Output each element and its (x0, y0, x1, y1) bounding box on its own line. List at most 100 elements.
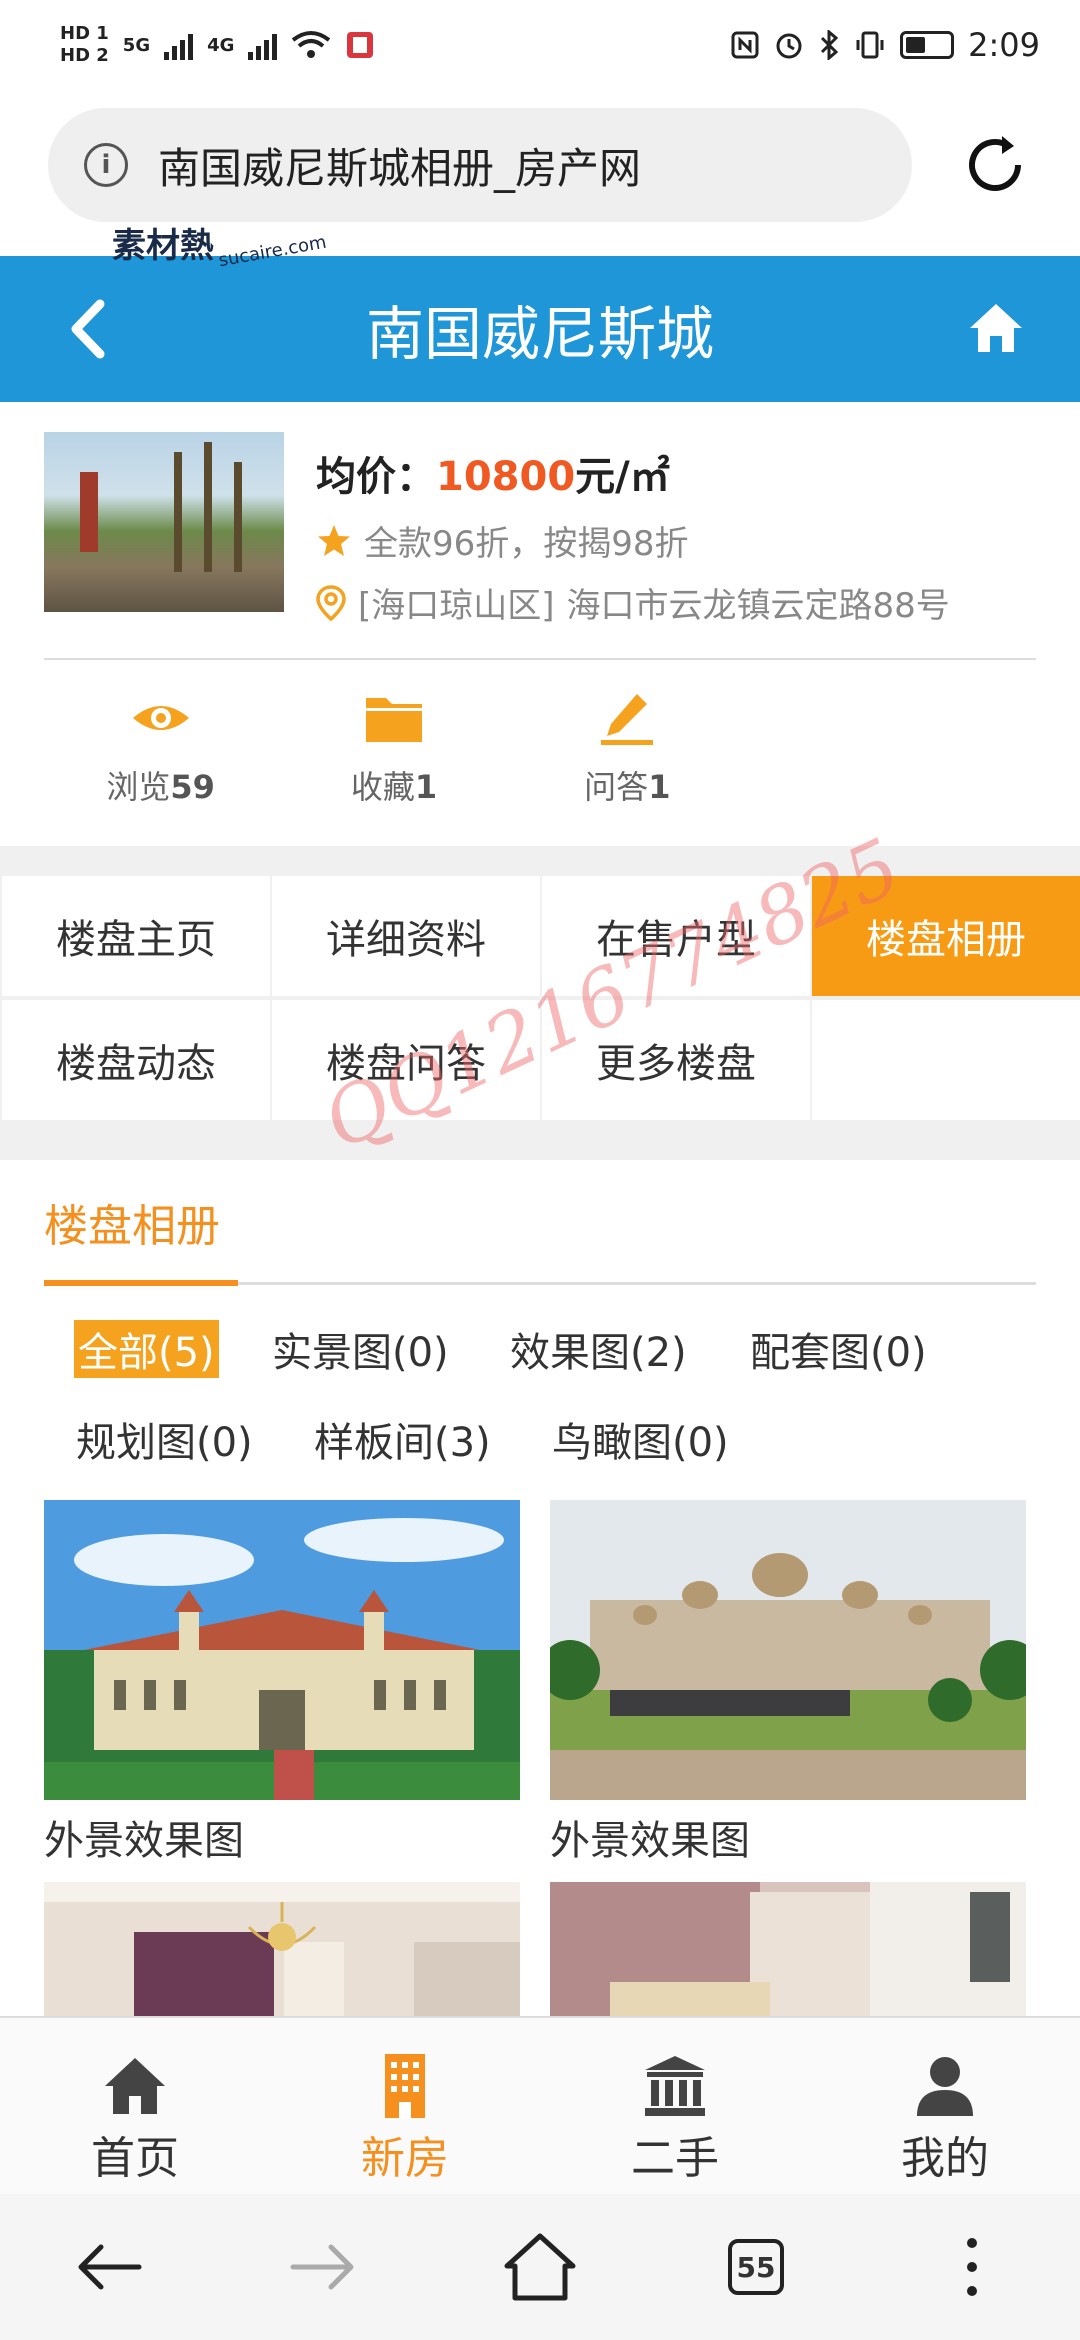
browser-nav-bar: 55 (0, 2194, 1080, 2340)
page-title-url[interactable]: 南国威尼斯城相册_房产网 (158, 135, 641, 196)
price-label: 均价： (316, 454, 436, 500)
watermark-logo-text: 素材熱 (112, 226, 214, 266)
villa-render-image (44, 1500, 520, 1800)
album-heading-indicator (44, 1280, 238, 1286)
folder-icon (365, 698, 422, 742)
district-text: [海口琼山区] (358, 586, 555, 626)
filter-plan[interactable]: 规划图(0) (76, 1410, 253, 1468)
discount-line: 全款96折，按揭98折 (316, 516, 689, 565)
net1-label: 5G (122, 34, 151, 56)
average-price: 均价：10800元/㎡ (316, 444, 670, 502)
address-bar[interactable]: i 南国威尼斯城相册_房产网 (48, 108, 912, 222)
stat-favorites[interactable]: 收藏1 (277, 690, 510, 830)
photo-caption: 外景效果图 (44, 1818, 244, 1864)
tab-new-homes[interactable]: 新房 (270, 2018, 540, 2194)
eye-icon (132, 706, 189, 730)
filter-real[interactable]: 实景图(0) (272, 1320, 449, 1378)
browser-forward-button[interactable] (284, 2227, 364, 2307)
tab-home[interactable]: 首页 (0, 2018, 270, 2194)
gate-photo-image (550, 1500, 1026, 1800)
filter-showroom[interactable]: 样板间(3) (314, 1410, 491, 1468)
stat-qa-label: 问答 (584, 768, 649, 806)
address-text: 海口市云龙镇云定路88号 (566, 586, 950, 626)
browser-menu-button[interactable] (932, 2227, 1012, 2307)
album-photo[interactable] (44, 1882, 520, 2016)
price-value: 10800 (436, 454, 576, 500)
pencil-icon (601, 694, 654, 745)
bank-icon (645, 2056, 705, 2116)
tab-resale[interactable]: 二手 (540, 2018, 810, 2194)
location-pin-icon (316, 584, 346, 621)
nav-floorplans[interactable]: 在售户型 (542, 876, 810, 996)
sim-indicators: HD 1 HD 2 (60, 23, 109, 67)
building-icon (385, 2054, 425, 2118)
home-icon (105, 2058, 165, 2114)
section-divider (0, 846, 1080, 874)
nav-more[interactable]: 更多楼盘 (542, 1000, 810, 1120)
property-thumbnail[interactable] (44, 432, 284, 612)
sim1-label: HD 1 (60, 23, 109, 44)
status-left: HD 1 HD 2 5G 4G (60, 23, 375, 67)
arrow-left-icon (78, 2244, 142, 2290)
stat-favorites-label: 收藏 (350, 768, 415, 806)
filter-all[interactable]: 全部(5) (74, 1320, 219, 1378)
bedroom-photo-image (550, 1882, 1026, 2016)
app-header: 南国威尼斯城 (0, 256, 1080, 402)
nav-qa[interactable]: 楼盘问答 (272, 1000, 540, 1120)
nfc-icon (731, 31, 759, 59)
nav-empty-cell (812, 1000, 1080, 1120)
interior-photo-image (44, 1882, 520, 2016)
reload-icon[interactable] (958, 128, 1032, 202)
tab-count: 55 (728, 2239, 784, 2295)
address-line: [海口琼山区] 海口市云龙镇云定路88号 (316, 578, 950, 627)
signal-icon (164, 30, 194, 60)
watermark-logo: 素材熱 sucaire.com (112, 218, 328, 271)
stats-row: 浏览59 收藏1 问答1 (44, 690, 744, 830)
nav-homepage[interactable]: 楼盘主页 (2, 876, 270, 996)
vibrate-icon (856, 31, 884, 59)
album-photo[interactable] (550, 1500, 1026, 1800)
star-icon (318, 524, 350, 556)
browser-back-button[interactable] (68, 2227, 148, 2307)
tab-home-label: 首页 (91, 2133, 179, 2184)
stat-views[interactable]: 浏览59 (44, 690, 277, 830)
tab-new-homes-label: 新房 (361, 2133, 449, 2184)
header-title: 南国威尼斯城 (365, 300, 714, 368)
nav-album[interactable]: 楼盘相册 (812, 876, 1080, 996)
arrow-right-icon (290, 2244, 354, 2290)
sim2-label: HD 2 (60, 45, 109, 66)
filter-amenity[interactable]: 配套图(0) (750, 1320, 927, 1378)
back-arrow-icon[interactable] (62, 294, 112, 364)
stat-views-count: 59 (170, 768, 215, 806)
info-icon[interactable]: i (84, 143, 128, 187)
tab-resale-label: 二手 (631, 2133, 719, 2184)
wifi-icon (292, 31, 331, 58)
status-bar: HD 1 HD 2 5G 4G 2:09 (0, 0, 1080, 90)
browser-tabs-button[interactable]: 55 (716, 2227, 796, 2307)
tab-profile[interactable]: 我的 (810, 2018, 1080, 2194)
album-photo[interactable] (44, 1500, 520, 1800)
filter-aerial[interactable]: 鸟瞰图(0) (552, 1410, 729, 1468)
photo-caption: 外景效果图 (550, 1818, 750, 1864)
tab-profile-label: 我的 (901, 2133, 989, 2184)
watermark-logo-url: sucaire.com (217, 231, 328, 272)
stat-qa[interactable]: 问答1 (511, 690, 744, 830)
stat-views-label: 浏览 (106, 768, 171, 806)
nav-news[interactable]: 楼盘动态 (2, 1000, 270, 1120)
browser-home-button[interactable] (500, 2227, 580, 2307)
home-icon[interactable] (966, 300, 1026, 356)
nav-details[interactable]: 详细资料 (272, 876, 540, 996)
more-vertical-icon (967, 2238, 977, 2296)
filter-render[interactable]: 效果图(2) (510, 1320, 687, 1378)
album-photo[interactable] (550, 1882, 1026, 2016)
signal-icon (248, 30, 278, 60)
user-icon (917, 2057, 973, 2116)
status-time: 2:09 (968, 26, 1040, 64)
stat-qa-count: 1 (648, 768, 671, 806)
status-right: 2:09 (730, 26, 1040, 64)
album-heading: 楼盘相册 (44, 1201, 220, 1252)
section-divider (0, 1124, 1080, 1160)
bluetooth-icon (821, 30, 839, 60)
property-summary: 均价：10800元/㎡ 全款96折，按揭98折 [海口琼山区] 海口市云龙镇云定… (44, 432, 1036, 660)
stat-favorites-count: 1 (414, 768, 438, 806)
